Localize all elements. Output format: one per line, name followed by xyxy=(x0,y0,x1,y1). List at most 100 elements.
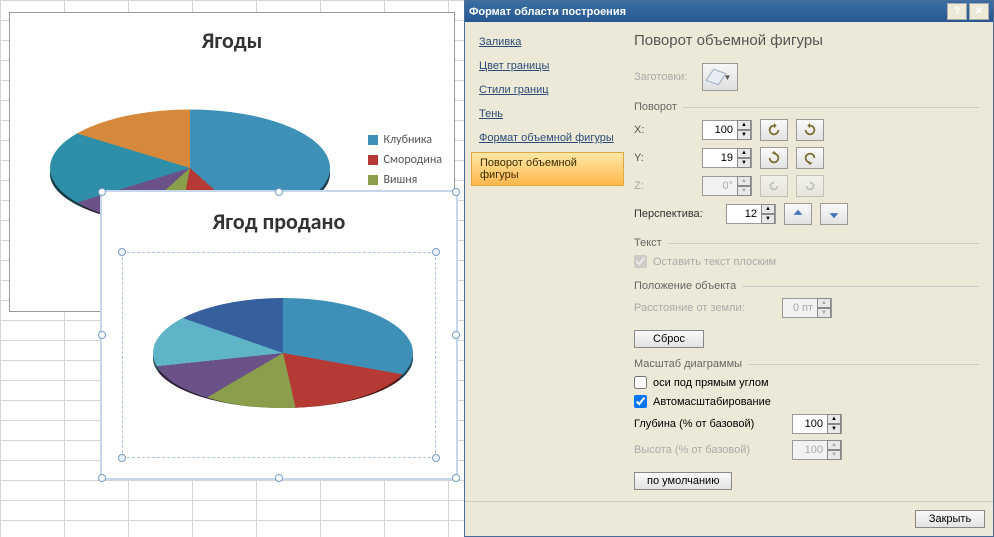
resize-handle[interactable] xyxy=(275,474,283,482)
resize-handle[interactable] xyxy=(452,188,460,196)
close-button[interactable]: ✕ xyxy=(969,3,989,20)
spin-up: ▲ xyxy=(827,440,841,450)
perspective-narrow-button[interactable] xyxy=(784,203,812,225)
position-legend: Положение объекта xyxy=(634,280,742,292)
autoscale-checkbox[interactable] xyxy=(634,395,647,408)
rotate-z-ccw-button xyxy=(760,175,788,197)
y-label: Y: xyxy=(634,152,694,164)
format-plot-area-dialog: Формат области построения ? ✕ Заливка Цв… xyxy=(464,0,994,537)
position-group: Положение объекта Расстояние от земли: ▲… xyxy=(634,280,979,320)
perspective-input[interactable] xyxy=(727,205,761,223)
presets-label: Заготовки: xyxy=(634,71,694,83)
spin-up[interactable]: ▲ xyxy=(737,120,751,130)
autoscale-row[interactable]: Автомасштабирование xyxy=(634,395,979,408)
spin-down[interactable]: ▼ xyxy=(827,424,841,434)
resize-handle[interactable] xyxy=(452,331,460,339)
x-spin[interactable]: ▲▼ xyxy=(702,120,752,140)
chart-legend: Клубника Смородина Вишня xyxy=(368,133,443,193)
y-input[interactable] xyxy=(703,149,737,167)
rotate-ccw-icon xyxy=(767,179,781,193)
cube-icon xyxy=(705,69,726,86)
plot-handle[interactable] xyxy=(118,454,126,462)
ground-distance-input xyxy=(783,299,817,317)
right-angle-row[interactable]: оси под прямым углом xyxy=(634,376,979,389)
plot-handle[interactable] xyxy=(432,454,440,462)
rotation-group: Поворот X: ▲▼ Y: ▲▼ Z: xyxy=(634,101,979,227)
resize-handle[interactable] xyxy=(98,474,106,482)
rotate-left-icon xyxy=(767,123,781,137)
legend-label: Вишня xyxy=(384,173,418,187)
nav-border-color[interactable]: Цвет границы xyxy=(471,56,624,76)
dialog-title: Формат области построения xyxy=(469,6,945,18)
reset-button[interactable]: Сброс xyxy=(634,330,704,348)
spin-up[interactable]: ▲ xyxy=(761,204,775,214)
default-button[interactable]: по умолчанию xyxy=(634,472,732,490)
legend-item: Клубника xyxy=(368,133,443,147)
spin-up: ▲ xyxy=(817,298,831,308)
pie-chart-2 xyxy=(153,298,413,408)
presets-dropdown[interactable]: ▼ xyxy=(702,63,738,91)
y-spin[interactable]: ▲▼ xyxy=(702,148,752,168)
rotate-y-up-button[interactable] xyxy=(760,147,788,169)
nav-border-styles[interactable]: Стили границ xyxy=(471,80,624,100)
rotate-up-icon xyxy=(767,151,781,165)
legend-swatch xyxy=(368,135,378,145)
chart-berries-sold[interactable]: Ягод продано xyxy=(100,190,458,480)
resize-handle[interactable] xyxy=(98,331,106,339)
resize-handle[interactable] xyxy=(452,474,460,482)
rotate-right-icon xyxy=(803,123,817,137)
rotation-legend: Поворот xyxy=(634,101,683,113)
spin-down[interactable]: ▼ xyxy=(737,130,751,140)
perspective-spin[interactable]: ▲▼ xyxy=(726,204,776,224)
rotate-y-down-button[interactable] xyxy=(796,147,824,169)
arrow-down-icon xyxy=(827,207,841,221)
z-spin: ▲▼ xyxy=(702,176,752,196)
right-angle-checkbox[interactable] xyxy=(634,376,647,389)
help-button[interactable]: ? xyxy=(947,3,967,20)
close-dialog-button[interactable]: Закрыть xyxy=(915,510,985,528)
perspective-label: Перспектива: xyxy=(634,208,718,220)
plot-handle[interactable] xyxy=(432,248,440,256)
legend-swatch xyxy=(368,155,378,165)
rotate-down-icon xyxy=(803,151,817,165)
scale-group: Масштаб диаграммы оси под прямым углом А… xyxy=(634,358,979,462)
legend-label: Клубника xyxy=(384,133,433,147)
depth-label: Глубина (% от базовой) xyxy=(634,418,784,430)
keep-text-flat-label: Оставить текст плоским xyxy=(653,256,776,268)
spin-down[interactable]: ▼ xyxy=(737,158,751,168)
z-input xyxy=(703,177,737,195)
resize-handle[interactable] xyxy=(275,188,283,196)
spin-down: ▼ xyxy=(817,308,831,318)
nav-fill[interactable]: Заливка xyxy=(471,32,624,52)
spin-down: ▼ xyxy=(827,450,841,460)
x-input[interactable] xyxy=(703,121,737,139)
spin-down[interactable]: ▼ xyxy=(761,214,775,224)
spin-up[interactable]: ▲ xyxy=(737,148,751,158)
rotate-z-cw-button xyxy=(796,175,824,197)
nav-3d-rotation[interactable]: Поворот объемной фигуры xyxy=(471,152,624,186)
rotate-cw-icon xyxy=(803,179,817,193)
text-group: Текст Оставить текст плоским xyxy=(634,237,979,270)
rotate-x-left-button[interactable] xyxy=(760,119,788,141)
chart-title: Ягод продано xyxy=(102,208,456,235)
perspective-widen-button[interactable] xyxy=(820,203,848,225)
depth-input[interactable] xyxy=(793,415,827,433)
arrow-up-icon xyxy=(791,207,805,221)
keep-text-flat-checkbox xyxy=(634,255,647,268)
plot-area[interactable] xyxy=(122,252,436,458)
plot-handle[interactable] xyxy=(118,248,126,256)
nav-shadow[interactable]: Тень xyxy=(471,104,624,124)
rotate-x-right-button[interactable] xyxy=(796,119,824,141)
dialog-titlebar[interactable]: Формат области построения ? ✕ xyxy=(465,1,993,22)
dialog-footer: Закрыть xyxy=(465,501,993,536)
scale-legend: Масштаб диаграммы xyxy=(634,358,748,370)
legend-label: Смородина xyxy=(384,153,443,167)
legend-item: Вишня xyxy=(368,173,443,187)
content-heading: Поворот объемной фигуры xyxy=(634,32,979,49)
x-label: X: xyxy=(634,124,694,136)
spin-up[interactable]: ▲ xyxy=(827,414,841,424)
resize-handle[interactable] xyxy=(98,188,106,196)
nav-3d-format[interactable]: Формат объемной фигуры xyxy=(471,128,624,148)
keep-text-flat-row: Оставить текст плоским xyxy=(634,255,979,268)
depth-spin[interactable]: ▲▼ xyxy=(792,414,842,434)
